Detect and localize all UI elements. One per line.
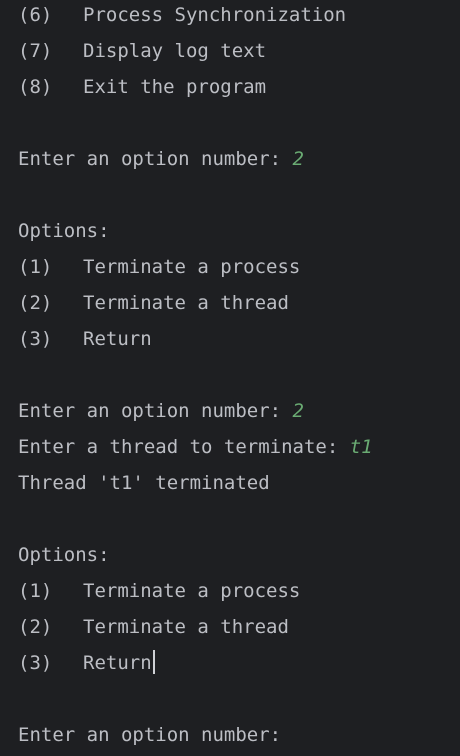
option-number: (3): [18, 652, 53, 674]
option-number: (2): [18, 616, 53, 638]
menu-label: Process Synchronization: [83, 4, 347, 26]
option-number: (2): [18, 292, 53, 314]
option-return: (3) Return: [18, 645, 460, 681]
menu-item-process-synchronization: (6) Process Synchronization: [18, 0, 460, 33]
option-label: Return: [83, 328, 152, 350]
option-return: (3) Return: [18, 321, 460, 357]
option-terminate-thread: (2) Terminate a thread: [18, 609, 460, 645]
user-input: 2: [292, 148, 304, 170]
prompt-text: Enter an option number:: [18, 148, 293, 170]
options-header: Options:: [18, 544, 110, 566]
menu-number: (8): [18, 76, 53, 98]
option-number: (3): [18, 328, 53, 350]
user-input: 2: [292, 400, 304, 422]
menu-label: Exit the program: [83, 76, 267, 98]
menu-item-display-log: (7) Display log text: [18, 33, 460, 69]
option-prompt: Enter an option number: 2: [18, 393, 460, 429]
option-prompt: Enter an option number: 2: [18, 141, 460, 177]
option-label: Terminate a process: [83, 256, 301, 278]
options-header: Options:: [18, 220, 110, 242]
prompt-text: Enter an option number:: [18, 400, 293, 422]
thread-prompt: Enter a thread to terminate: t1: [18, 429, 460, 465]
option-number: (1): [18, 580, 53, 602]
text-cursor: [152, 649, 155, 674]
menu-number: (7): [18, 40, 53, 62]
option-label: Terminate a thread: [83, 292, 289, 314]
option-label: Terminate a process: [83, 580, 301, 602]
prompt-text: Enter an option number:: [18, 724, 293, 746]
prompt-text: Enter a thread to terminate:: [18, 436, 350, 458]
option-label: Return: [83, 652, 152, 674]
option-terminate-process: (1) Terminate a process: [18, 573, 460, 609]
option-number: (1): [18, 256, 53, 278]
option-terminate-thread: (2) Terminate a thread: [18, 285, 460, 321]
user-input: t1: [349, 436, 373, 458]
console-output[interactable]: (6) Process Synchronization (7) Display lo…: [0, 0, 460, 753]
menu-number: (6): [18, 4, 53, 26]
option-prompt-active[interactable]: Enter an option number:: [18, 717, 460, 753]
menu-item-exit: (8) Exit the program: [18, 69, 460, 105]
option-terminate-process: (1) Terminate a process: [18, 249, 460, 285]
result-message: Thread 't1' terminated: [18, 472, 270, 494]
menu-label: Display log text: [83, 40, 267, 62]
option-label: Terminate a thread: [83, 616, 289, 638]
